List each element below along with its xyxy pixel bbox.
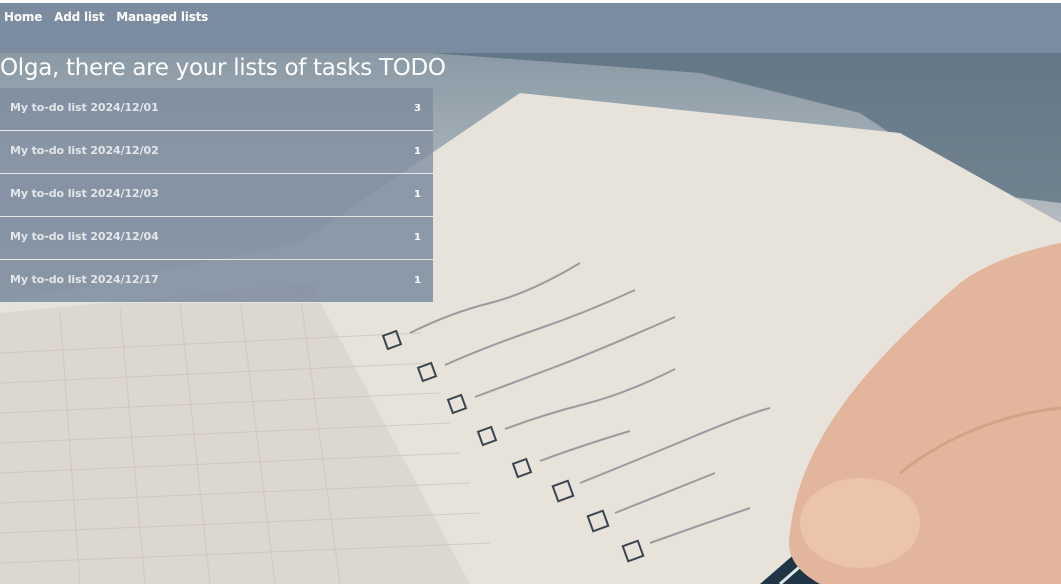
list-item-name: My to-do list 2024/12/03 [10, 187, 159, 200]
list-item-count-badge: 3 [414, 103, 421, 114]
todo-lists: My to-do list 2024/12/01 3 My to-do list… [0, 88, 433, 303]
list-item-name: My to-do list 2024/12/04 [10, 230, 159, 243]
nav-managed-lists-link[interactable]: Managed lists [116, 10, 208, 24]
list-item-count-badge: 1 [414, 189, 421, 200]
list-item[interactable]: My to-do list 2024/12/04 1 [0, 217, 433, 260]
nav-home-link[interactable]: Home [4, 10, 42, 24]
list-item-name: My to-do list 2024/12/02 [10, 144, 159, 157]
list-item-count-badge: 1 [414, 275, 421, 286]
nav-add-list-link[interactable]: Add list [54, 10, 104, 24]
list-item[interactable]: My to-do list 2024/12/17 1 [0, 260, 433, 303]
list-item-count-badge: 1 [414, 232, 421, 243]
list-item[interactable]: My to-do list 2024/12/01 3 [0, 88, 433, 131]
page-title: Olga, there are your lists of tasks TODO [0, 55, 446, 81]
list-item-name: My to-do list 2024/12/17 [10, 273, 159, 286]
list-item[interactable]: My to-do list 2024/12/03 1 [0, 174, 433, 217]
list-item-name: My to-do list 2024/12/01 [10, 101, 159, 114]
top-navbar: Home Add list Managed lists [0, 3, 1061, 53]
list-item[interactable]: My to-do list 2024/12/02 1 [0, 131, 433, 174]
main-nav: Home Add list Managed lists [4, 10, 220, 24]
list-item-count-badge: 1 [414, 146, 421, 157]
